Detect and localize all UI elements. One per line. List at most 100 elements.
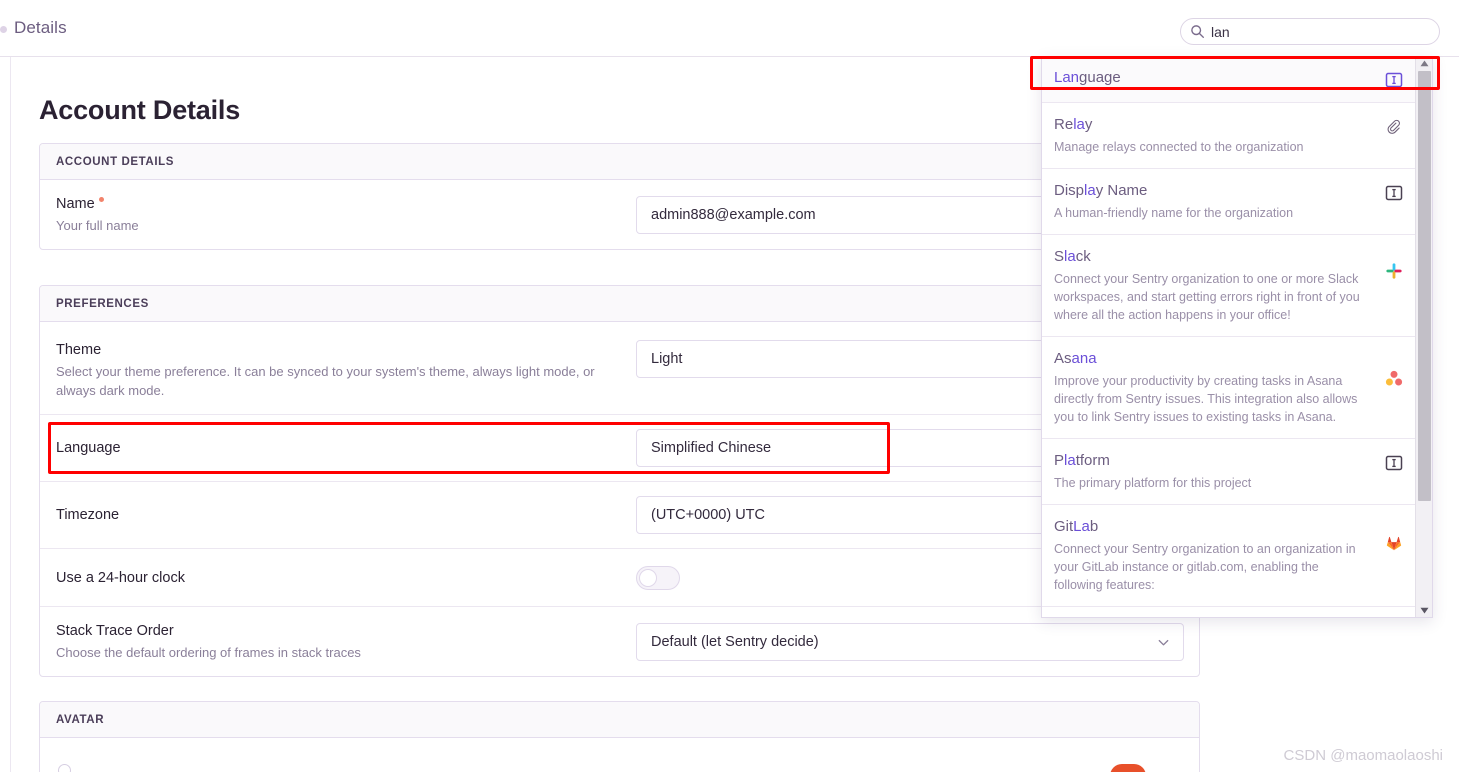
field-row-timezone: Timezone (UTC+0000) UTC [40,482,1199,549]
slack-icon [1384,261,1404,281]
field-help: Select your theme preference. It can be … [56,364,595,398]
search-title-rest: b [1089,518,1099,535]
field-label-col: Name Your full name [56,194,636,235]
search-result-organization-slug[interactable]: Organization Slug A unique ID used to id… [1042,607,1416,617]
search-result-relay[interactable]: Relay Manage relays connected to the org… [1042,103,1416,169]
dropdown-scrollbar[interactable] [1415,56,1432,617]
search-icon [1190,24,1205,39]
field-row-name: Name Your full name [40,180,1199,249]
search-result-title: Display Name [1054,180,1370,201]
field-label-col: Theme Select your theme preference. It c… [56,340,636,400]
field-label-text: Name [56,196,95,212]
top-bar: Details [0,0,1459,57]
field-label: Use a 24-hour clock [56,569,185,586]
panel-account-details: ACCOUNT DETAILS Name Your full name [39,143,1200,250]
search-title-pre: Disp [1054,182,1085,199]
avatar-body [40,738,1199,772]
search-title-pre: Git [1054,518,1074,535]
required-dot-icon [98,197,104,203]
search-title-rest: guage [1079,69,1121,86]
paperclip-icon [1384,117,1404,137]
page-title: Account Details [39,95,241,125]
chevron-down-icon [1156,635,1171,654]
search-result-slack[interactable]: Slack Connect your Sentry organization t… [1042,235,1416,337]
search-results-list: Language Relay Manage relays connected t… [1042,56,1416,617]
input-field-icon [1384,453,1404,473]
field-label: Language [56,440,121,456]
search-match: la [1073,116,1085,133]
panel-header: AVATAR [40,702,1199,738]
search-title-pre: P [1054,452,1065,469]
app-root: Details Account Details ACCOUNT DETAILS … [0,0,1459,772]
search-results-dropdown: Language Relay Manage relays connected t… [1041,56,1433,618]
scroll-down-arrow-icon[interactable] [1416,603,1432,617]
search-title-pre: S [1054,248,1065,265]
input-field-icon [1384,183,1404,203]
search-box[interactable] [1180,18,1440,45]
search-title-rest: tform [1075,452,1110,469]
field-row-24h-clock: Use a 24-hour clock [40,549,1199,607]
field-label-col: Stack Trace Order Choose the default ord… [56,621,636,662]
scrollbar-thumb[interactable] [1418,71,1431,501]
input-field-icon [1384,70,1404,90]
field-label-col: Timezone [56,505,636,525]
gitlab-icon [1384,533,1404,553]
panel-header: ACCOUNT DETAILS [40,144,1199,180]
panel-header: PREFERENCES [40,286,1199,322]
breadcrumb[interactable]: Details [14,18,67,38]
search-title-pre: Re [1054,116,1074,133]
search-result-desc: Improve your productivity by creating ta… [1054,374,1358,424]
theme-select-value: Light [651,351,683,367]
search-match: la [1084,182,1096,199]
field-label: Theme [56,342,102,358]
clock-24h-toggle[interactable] [636,565,680,590]
timezone-select-value: (UTC+0000) UTC [651,507,766,523]
stack-trace-order-value: Default (let Sentry decide) [651,633,819,650]
search-match: Lan [1054,69,1080,86]
field-row-stack-trace-order: Stack Trace Order Choose the default ord… [40,607,1199,676]
asana-icon [1384,369,1404,389]
search-result-gitlab[interactable]: GitLab Connect your Sentry organization … [1042,505,1416,607]
stack-trace-order-select[interactable]: Default (let Sentry decide) [636,622,1184,661]
search-title-pre: As [1054,350,1072,367]
field-help: Your full name [56,218,139,233]
search-title-rest: y [1084,116,1093,133]
field-label: Timezone [56,507,120,523]
field-label-col: Language [56,438,636,458]
search-title-rest: ck [1075,248,1091,265]
search-result-desc: Connect your Sentry organization to one … [1054,272,1360,322]
search-result-title: Platform [1054,450,1370,471]
search-match: la [1064,248,1076,265]
search-result-title: GitLab [1054,516,1370,537]
avatar-preview-shape [1110,764,1146,772]
search-result-title: Slack [1054,246,1370,267]
field-row-language: Language Simplified Chinese [40,415,1199,482]
watermark: CSDN @maomaolaoshi [1283,747,1443,764]
search-result-desc: A human-friendly name for the organizati… [1054,206,1294,220]
field-label: Stack Trace Order [56,623,174,639]
scroll-up-arrow-icon[interactable] [1416,56,1432,71]
search-result-title: Relay [1054,114,1370,135]
search-result-platform[interactable]: Platform The primary platform for this p… [1042,439,1416,505]
search-result-desc: Connect your Sentry organization to an o… [1054,542,1356,592]
panel-preferences: PREFERENCES Theme Select your theme pref… [39,285,1200,677]
search-input[interactable] [1211,19,1431,44]
field-row-theme: Theme Select your theme preference. It c… [40,322,1199,415]
breadcrumb-dot-icon [0,26,7,33]
language-select-value: Simplified Chinese [651,440,772,456]
search-result-title: Asana [1054,348,1370,369]
field-label-col: Use a 24-hour clock [56,568,636,588]
field-label: Name [56,194,636,214]
search-result-language[interactable]: Language [1042,56,1416,103]
search-result-title: Language [1054,67,1370,88]
field-control: Default (let Sentry decide) [636,622,1184,661]
avatar-radio-option[interactable] [58,764,71,772]
search-result-desc: Manage relays connected to the organizat… [1054,140,1304,154]
search-result-display-name[interactable]: Display Name A human-friendly name for t… [1042,169,1416,235]
panel-avatar: AVATAR [39,701,1200,772]
toggle-knob [639,568,657,587]
search-title-rest: y Name [1095,182,1148,199]
search-result-desc: The primary platform for this project [1054,476,1252,490]
search-result-asana[interactable]: Asana Improve your productivity by creat… [1042,337,1416,439]
search-match: ana [1071,350,1097,367]
